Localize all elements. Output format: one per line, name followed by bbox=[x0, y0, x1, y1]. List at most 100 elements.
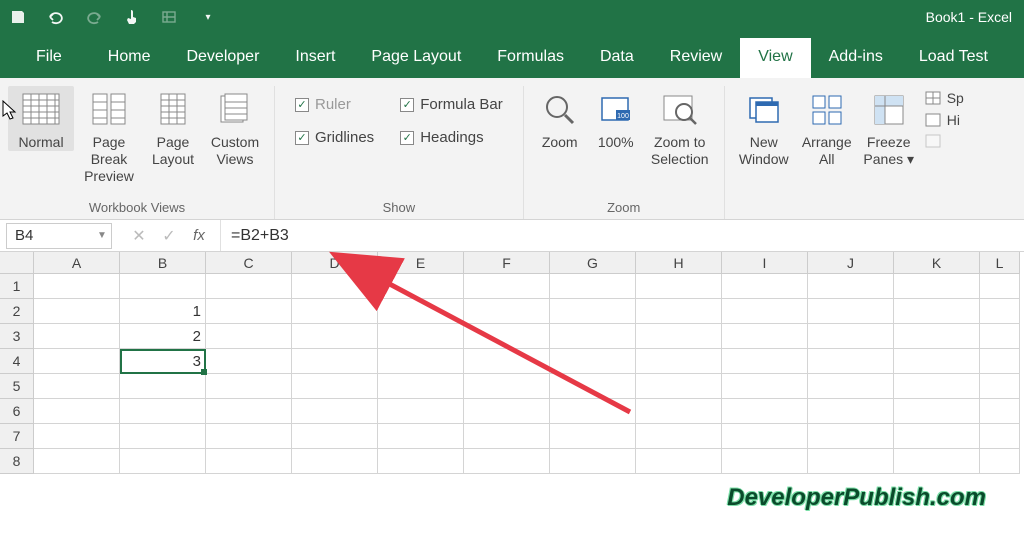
cell[interactable] bbox=[206, 424, 292, 449]
select-all-corner[interactable] bbox=[0, 252, 34, 274]
cell[interactable] bbox=[464, 299, 550, 324]
cell[interactable] bbox=[464, 374, 550, 399]
formula-input[interactable]: =B2+B3 bbox=[220, 220, 1024, 251]
col-header[interactable]: B bbox=[120, 252, 206, 274]
unhide-button[interactable] bbox=[925, 134, 964, 148]
cell[interactable] bbox=[292, 324, 378, 349]
cell[interactable] bbox=[808, 399, 894, 424]
cell[interactable]: 2 bbox=[120, 324, 206, 349]
cell[interactable] bbox=[292, 374, 378, 399]
cell[interactable] bbox=[120, 374, 206, 399]
cell[interactable] bbox=[464, 424, 550, 449]
headings-checkbox[interactable]: ✓ Headings bbox=[396, 123, 507, 152]
formula-bar-checkbox[interactable]: ✓ Formula Bar bbox=[396, 90, 507, 119]
cell[interactable] bbox=[550, 349, 636, 374]
cell[interactable] bbox=[34, 299, 120, 324]
cell[interactable] bbox=[464, 449, 550, 474]
cell[interactable] bbox=[292, 424, 378, 449]
row-header[interactable]: 6 bbox=[0, 399, 34, 424]
zoom-100-button[interactable]: 100 100% bbox=[590, 86, 642, 151]
tab-addins[interactable]: Add-ins bbox=[811, 38, 901, 78]
cell[interactable] bbox=[378, 399, 464, 424]
cell[interactable] bbox=[980, 324, 1020, 349]
cell[interactable] bbox=[378, 274, 464, 299]
col-header[interactable]: C bbox=[206, 252, 292, 274]
row-header[interactable]: 4 bbox=[0, 349, 34, 374]
name-box[interactable]: B4 ▼ bbox=[6, 223, 112, 249]
cell[interactable] bbox=[550, 324, 636, 349]
zoom-button[interactable]: Zoom bbox=[532, 86, 588, 151]
row-header[interactable]: 5 bbox=[0, 374, 34, 399]
split-button[interactable]: Sp bbox=[925, 90, 964, 106]
cell[interactable] bbox=[722, 399, 808, 424]
cell[interactable] bbox=[980, 424, 1020, 449]
cell[interactable] bbox=[894, 324, 980, 349]
cell[interactable] bbox=[206, 324, 292, 349]
col-header[interactable]: E bbox=[378, 252, 464, 274]
row-header[interactable]: 3 bbox=[0, 324, 34, 349]
enter-formula-icon[interactable]: ✓ bbox=[158, 226, 180, 246]
cell[interactable] bbox=[550, 399, 636, 424]
cell[interactable] bbox=[378, 349, 464, 374]
cell[interactable] bbox=[808, 449, 894, 474]
cell[interactable] bbox=[636, 399, 722, 424]
col-header[interactable]: H bbox=[636, 252, 722, 274]
col-header[interactable]: K bbox=[894, 252, 980, 274]
cell[interactable] bbox=[292, 299, 378, 324]
cell[interactable] bbox=[550, 449, 636, 474]
save-icon[interactable] bbox=[8, 7, 28, 27]
cell[interactable] bbox=[206, 299, 292, 324]
touch-mode-icon[interactable] bbox=[122, 7, 142, 27]
cell[interactable] bbox=[206, 399, 292, 424]
cell[interactable] bbox=[722, 424, 808, 449]
tab-view[interactable]: View bbox=[740, 38, 810, 78]
cell[interactable] bbox=[464, 349, 550, 374]
cell[interactable] bbox=[378, 299, 464, 324]
cell[interactable] bbox=[894, 299, 980, 324]
cell[interactable] bbox=[722, 449, 808, 474]
cell[interactable] bbox=[378, 374, 464, 399]
freeze-panes-button[interactable]: Freeze Panes ▾ bbox=[859, 86, 919, 168]
tab-data[interactable]: Data bbox=[582, 38, 652, 78]
cancel-formula-icon[interactable]: ✕ bbox=[128, 226, 150, 246]
row-header[interactable]: 8 bbox=[0, 449, 34, 474]
cell[interactable] bbox=[980, 449, 1020, 474]
arrange-all-button[interactable]: Arrange All bbox=[797, 86, 857, 168]
cell[interactable] bbox=[636, 374, 722, 399]
tab-home[interactable]: Home bbox=[90, 38, 169, 78]
ruler-checkbox[interactable]: ✓ Ruler bbox=[291, 90, 378, 119]
cell[interactable] bbox=[292, 274, 378, 299]
cell[interactable] bbox=[722, 349, 808, 374]
cell[interactable] bbox=[120, 424, 206, 449]
cell[interactable] bbox=[34, 324, 120, 349]
cell[interactable] bbox=[636, 349, 722, 374]
col-header[interactable]: G bbox=[550, 252, 636, 274]
col-header[interactable]: A bbox=[34, 252, 120, 274]
cell[interactable] bbox=[120, 274, 206, 299]
cell[interactable] bbox=[464, 274, 550, 299]
tab-page-layout[interactable]: Page Layout bbox=[353, 38, 479, 78]
cell[interactable] bbox=[378, 424, 464, 449]
cell[interactable] bbox=[292, 349, 378, 374]
new-window-button[interactable]: New Window bbox=[733, 86, 795, 168]
undo-icon[interactable] bbox=[46, 7, 66, 27]
cell[interactable] bbox=[34, 399, 120, 424]
redo-icon[interactable] bbox=[84, 7, 104, 27]
cell[interactable] bbox=[206, 374, 292, 399]
cell[interactable] bbox=[722, 299, 808, 324]
cell[interactable] bbox=[808, 424, 894, 449]
cell[interactable] bbox=[722, 374, 808, 399]
cell[interactable] bbox=[464, 399, 550, 424]
addins-icon[interactable] bbox=[160, 7, 180, 27]
cell[interactable] bbox=[636, 324, 722, 349]
cell[interactable] bbox=[894, 449, 980, 474]
cell[interactable] bbox=[636, 449, 722, 474]
cell[interactable] bbox=[550, 299, 636, 324]
cell[interactable] bbox=[894, 399, 980, 424]
custom-views-button[interactable]: Custom Views bbox=[204, 86, 266, 168]
cell[interactable] bbox=[808, 349, 894, 374]
page-break-button[interactable]: Page Break Preview bbox=[76, 86, 142, 184]
cell[interactable] bbox=[206, 349, 292, 374]
cell[interactable] bbox=[894, 374, 980, 399]
cell[interactable] bbox=[292, 399, 378, 424]
